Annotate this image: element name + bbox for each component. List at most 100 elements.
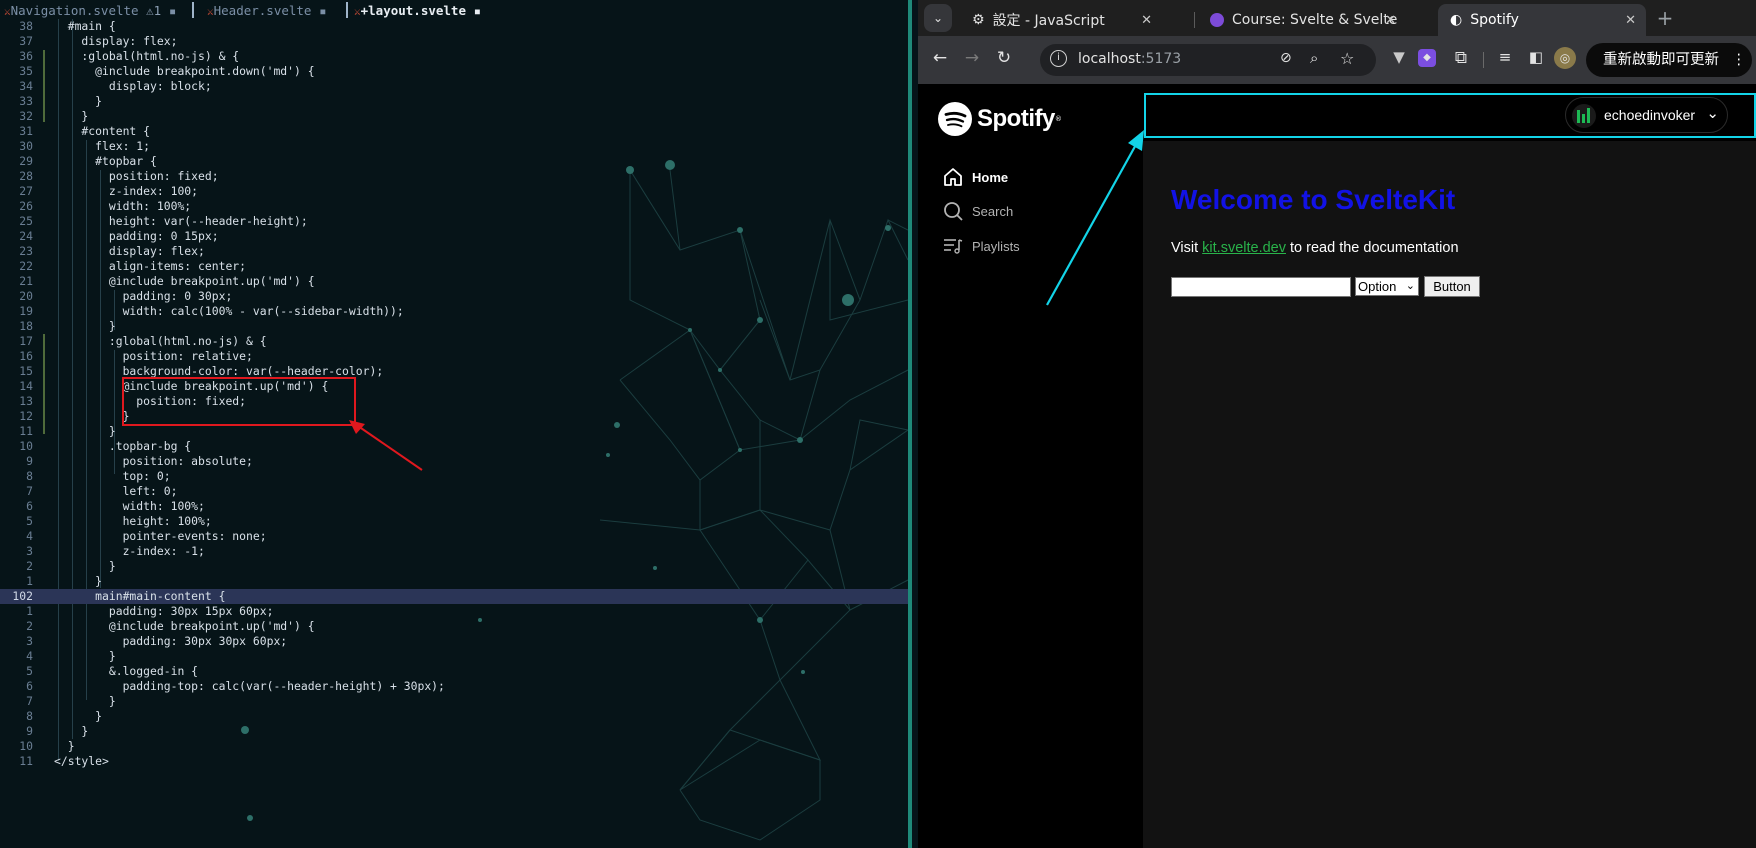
zoom-icon[interactable]: ⌕ [1310, 49, 1318, 67]
tab-search-chevron-icon[interactable]: ⌄ [924, 4, 952, 32]
code-line[interactable]: 35 @include breakpoint.down('md') { [0, 64, 908, 79]
browser-tab-settings[interactable]: ⚙ 設定 - JavaScript ✕ [962, 4, 1162, 36]
code-line[interactable]: 17 :global(html.no-js) & { [0, 334, 908, 349]
forward-icon[interactable]: → [959, 48, 985, 68]
code-line[interactable]: 18 } [0, 319, 908, 334]
code-line[interactable]: 11 </style> [0, 754, 908, 769]
code-line[interactable]: 28 position: fixed; [0, 169, 908, 184]
code-line[interactable]: 19 width: calc(100% - var(--sidebar-widt… [0, 304, 908, 319]
code-line[interactable]: 29 #topbar { [0, 154, 908, 169]
code-line[interactable]: 32 } [0, 109, 908, 124]
line-number: 3 [26, 634, 33, 648]
tab-close-icon[interactable]: ✕ [1625, 13, 1636, 28]
code-line[interactable]: 38 #main { [0, 19, 908, 34]
code-line[interactable]: 4 } [0, 649, 908, 664]
code-line[interactable]: 8 top: 0; [0, 469, 908, 484]
code-line[interactable]: 7 left: 0; [0, 484, 908, 499]
demo-button[interactable]: Button [1424, 276, 1480, 297]
code-text: } [54, 409, 130, 423]
extension-purple-icon[interactable]: ◆ [1418, 49, 1436, 67]
code-line[interactable]: 31 #content { [0, 124, 908, 139]
code-line[interactable]: 33 } [0, 94, 908, 109]
code-text: top: 0; [54, 469, 171, 483]
browser-tab-course[interactable]: Course: Svelte & SvelteKit✕ [1200, 4, 1406, 36]
code-line[interactable]: 30 flex: 1; [0, 139, 908, 154]
code-line[interactable]: 6 padding-top: calc(var(--header-height)… [0, 679, 908, 694]
code-line[interactable]: 3 z-index: -1; [0, 544, 908, 559]
code-line[interactable]: 1 } [0, 574, 908, 589]
code-line[interactable]: 24 padding: 0 15px; [0, 229, 908, 244]
code-line[interactable]: 26 width: 100%; [0, 199, 908, 214]
media-queue-icon[interactable]: ≡ [1492, 48, 1518, 66]
tab-close-icon[interactable]: ✕ [1141, 13, 1152, 28]
browser-tab-spotify[interactable]: ◐ Spotify ✕ [1438, 4, 1646, 36]
tab-separator [346, 2, 348, 18]
code-line[interactable]: 10 } [0, 739, 908, 754]
line-number: 5 [26, 514, 33, 528]
code-line[interactable]: 11 } [0, 424, 908, 439]
line-number: 17 [19, 334, 33, 348]
window-divider[interactable] [908, 0, 912, 848]
code-line[interactable]: 23 display: flex; [0, 244, 908, 259]
demo-text-input[interactable] [1171, 277, 1351, 297]
code-line[interactable]: 34 display: block; [0, 79, 908, 94]
code-line[interactable]: 1 padding: 30px 15px 60px; [0, 604, 908, 619]
code-line[interactable]: 9 } [0, 724, 908, 739]
code-line[interactable]: 5 height: 100%; [0, 514, 908, 529]
nav-item-search[interactable]: Search [942, 200, 1013, 222]
nav-item-home[interactable]: Home [942, 166, 1008, 188]
line-number: 1 [26, 604, 33, 618]
tab-close-icon[interactable]: ✕ [1385, 13, 1396, 28]
demo-select[interactable]: Option ⌄ [1355, 277, 1419, 296]
code-line[interactable]: 2 } [0, 559, 908, 574]
code-line[interactable]: 6 width: 100%; [0, 499, 908, 514]
globe-icon: ◐ [1450, 12, 1463, 28]
code-line[interactable]: 21 @include breakpoint.up('md') { [0, 274, 908, 289]
third-party-cookie-icon[interactable]: ⊘ [1280, 50, 1292, 66]
code-line[interactable]: 3 padding: 30px 30px 60px; [0, 634, 908, 649]
bookmark-star-icon[interactable]: ☆ [1340, 49, 1354, 68]
code-line[interactable]: 2 @include breakpoint.up('md') { [0, 619, 908, 634]
side-panel-icon[interactable]: ◧ [1523, 48, 1549, 66]
line-number: 26 [19, 199, 33, 213]
code-line[interactable]: 9 position: absolute; [0, 454, 908, 469]
docs-link[interactable]: kit.svelte.dev [1202, 240, 1286, 256]
code-line[interactable]: 20 padding: 0 30px; [0, 289, 908, 304]
restart-to-update-button[interactable]: 重新啟動即可更新 ⋮ [1586, 43, 1752, 77]
more-menu-icon[interactable]: ⋮ [1732, 43, 1747, 77]
code-text: &.logged-in { [54, 664, 199, 678]
code-line[interactable]: 7 } [0, 694, 908, 709]
nav-item-playlists[interactable]: Playlists [942, 235, 1020, 257]
editor-tab-header[interactable]: ⚔Header.svelte ▪ [207, 3, 327, 18]
site-info-icon[interactable]: i [1050, 50, 1067, 67]
vue-devtools-icon[interactable]: ▼ [1386, 48, 1412, 66]
extensions-puzzle-icon[interactable]: ⧉ [1448, 48, 1474, 68]
code-editor[interactable]: ⚔Navigation.svelte ⚠1 ▪ ⚔Header.svelte ▪… [0, 0, 908, 848]
code-text: display: block; [54, 79, 212, 93]
reload-icon[interactable]: ↻ [991, 48, 1017, 68]
code-line[interactable]: 37 display: flex; [0, 34, 908, 49]
code-line[interactable]: 25 height: var(--header-height); [0, 214, 908, 229]
code-text: z-index: -1; [54, 544, 205, 558]
line-number: 2 [26, 619, 33, 633]
code-line[interactable]: 22 align-items: center; [0, 259, 908, 274]
tab-separator [192, 2, 194, 18]
back-icon[interactable]: ← [927, 48, 953, 68]
code-line[interactable]: 102 main#main-content { [0, 589, 908, 604]
code-line[interactable]: 5 &.logged-in { [0, 664, 908, 679]
editor-tab-layout[interactable]: ⚔+layout.svelte ▪ [354, 3, 481, 18]
code-line[interactable]: 36 :global(html.no-js) & { [0, 49, 908, 64]
user-menu-button[interactable]: echoedinvoker ⌄ [1565, 97, 1728, 133]
code-text: padding: 0 15px; [54, 229, 219, 243]
code-line[interactable]: 4 pointer-events: none; [0, 529, 908, 544]
code-line[interactable]: 27 z-index: 100; [0, 184, 908, 199]
code-line[interactable]: 16 position: relative; [0, 349, 908, 364]
new-tab-button[interactable]: + [1652, 6, 1678, 30]
code-text: } [54, 724, 89, 738]
address-bar[interactable]: i localhost:5173 ⊘ ⌕ ☆ [1040, 44, 1376, 76]
code-line[interactable]: 10 .topbar-bg { [0, 439, 908, 454]
code-line[interactable]: 8 } [0, 709, 908, 724]
svelte-file-icon: ⚔ [207, 5, 214, 18]
profile-avatar[interactable]: ◎ [1554, 47, 1576, 69]
editor-tab-navigation[interactable]: ⚔Navigation.svelte ⚠1 ▪ [4, 3, 176, 18]
